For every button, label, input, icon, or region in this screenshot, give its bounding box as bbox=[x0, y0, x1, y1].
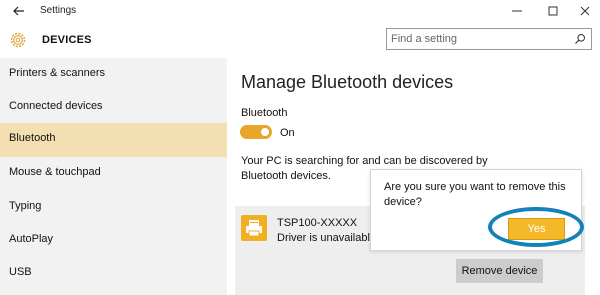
confirmation-message: Are you sure you want to remove this dev… bbox=[384, 181, 566, 208]
highlight-ring bbox=[488, 207, 584, 247]
remove-device-button[interactable]: Remove device bbox=[456, 259, 543, 283]
sidebar-item-connected-devices[interactable]: Connected devices bbox=[0, 91, 227, 125]
minimize-icon[interactable] bbox=[508, 2, 526, 20]
close-icon[interactable] bbox=[576, 2, 594, 20]
search-icon[interactable] bbox=[574, 33, 586, 45]
section-title: DEVICES bbox=[42, 34, 92, 46]
app-title: Settings bbox=[40, 5, 77, 16]
page-title: Manage Bluetooth devices bbox=[241, 72, 454, 92]
sidebar-item-usb[interactable]: USB bbox=[0, 257, 227, 291]
sidebar: Printers & scanners Connected devices Bl… bbox=[0, 58, 227, 295]
sidebar-item-typing[interactable]: Typing bbox=[0, 191, 227, 225]
maximize-icon[interactable] bbox=[544, 2, 562, 20]
title-bar: Settings bbox=[0, 0, 600, 24]
sidebar-item-mouse-touchpad[interactable]: Mouse & touchpad bbox=[0, 157, 227, 191]
toggle-state-label: On bbox=[280, 127, 295, 139]
page-header: DEVICES bbox=[0, 24, 600, 58]
bluetooth-toggle[interactable] bbox=[240, 125, 272, 139]
sidebar-item-autoplay[interactable]: AutoPlay bbox=[0, 224, 227, 258]
device-name: TSP100-XXXXX bbox=[277, 217, 358, 229]
bluetooth-label: Bluetooth bbox=[241, 107, 288, 119]
sidebar-item-bluetooth[interactable]: Bluetooth bbox=[0, 123, 227, 157]
back-arrow-icon[interactable] bbox=[10, 2, 28, 20]
search-input[interactable] bbox=[391, 31, 567, 47]
printer-icon bbox=[241, 215, 267, 241]
sidebar-item-printers-scanners[interactable]: Printers & scanners bbox=[0, 58, 227, 92]
search-box[interactable] bbox=[386, 28, 592, 50]
gear-icon bbox=[10, 32, 26, 48]
toggle-knob bbox=[261, 128, 269, 136]
device-status: Driver is unavailable bbox=[277, 232, 377, 244]
